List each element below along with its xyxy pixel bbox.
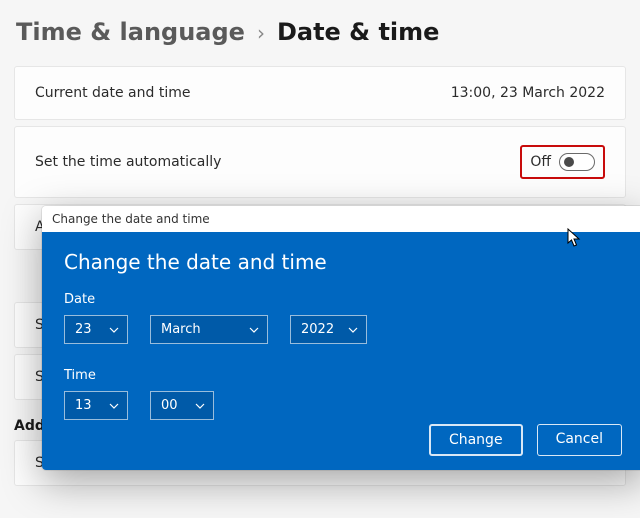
chevron-down-icon [109,403,119,409]
minute-select[interactable]: 00 [150,391,214,420]
time-field-label: Time [64,368,622,383]
toggle-knob [564,157,574,167]
day-select[interactable]: 23 [64,315,128,344]
date-field-label: Date [64,292,622,307]
breadcrumb: Time & language › Date & time [0,0,640,66]
dialog-heading: Change the date and time [64,250,622,274]
day-select-value: 23 [75,322,92,337]
highlight-box: Off [520,145,605,179]
hour-select[interactable]: 13 [64,391,128,420]
breadcrumb-parent[interactable]: Time & language [16,18,245,46]
auto-time-toggle[interactable] [559,153,595,171]
auto-time-label: Set the time automatically [35,154,221,170]
breadcrumb-current: Date & time [277,18,440,46]
dialog-titlebar: Change the date and time [42,206,640,232]
chevron-down-icon [195,403,205,409]
panel-current-datetime: Current date and time 13:00, 23 March 20… [14,66,626,120]
current-datetime-value: 13:00, 23 March 2022 [451,85,605,101]
hour-select-value: 13 [75,398,92,413]
change-button[interactable]: Change [429,424,523,456]
dialog-body: Change the date and time Date 23 March 2… [42,232,640,470]
change-datetime-dialog: Change the date and time Change the date… [42,206,640,470]
cancel-button[interactable]: Cancel [537,424,622,456]
month-select[interactable]: March [150,315,268,344]
chevron-down-icon [249,327,259,333]
year-select[interactable]: 2022 [290,315,367,344]
chevron-down-icon [348,327,358,333]
chevron-down-icon [109,327,119,333]
current-datetime-label: Current date and time [35,85,190,101]
month-select-value: March [161,322,201,337]
breadcrumb-separator: › [257,21,265,45]
minute-select-value: 00 [161,398,178,413]
year-select-value: 2022 [301,322,334,337]
panel-auto-time: Set the time automatically Off [14,126,626,198]
auto-time-state-label: Off [530,154,551,170]
